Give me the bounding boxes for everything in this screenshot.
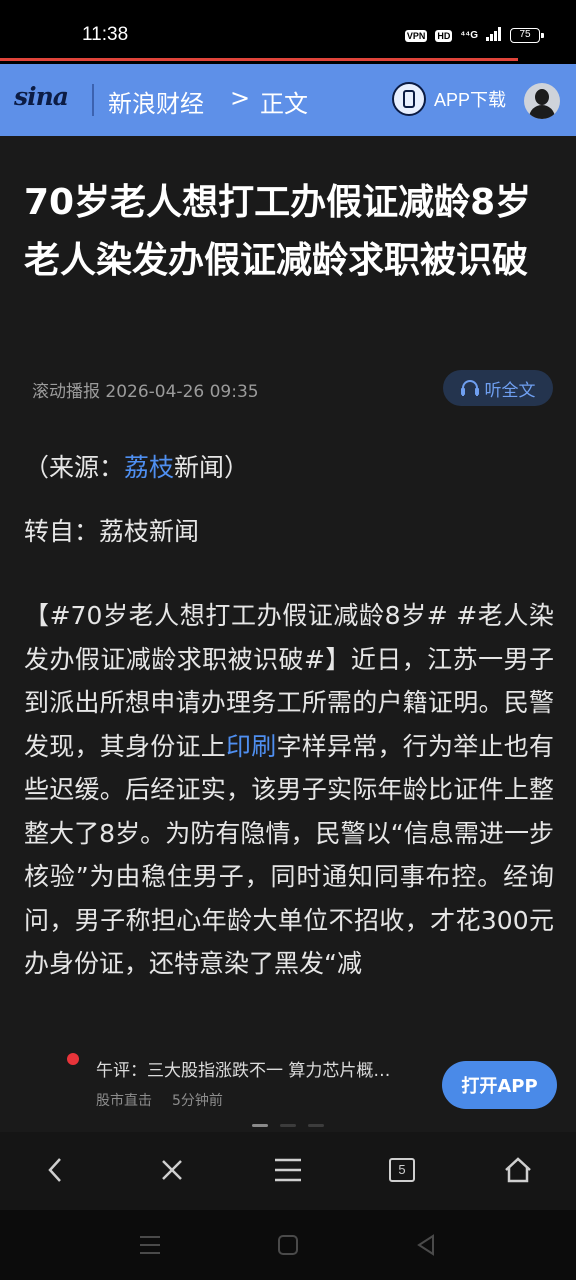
battery-icon: 75 [510, 28, 544, 43]
headphones-icon [460, 380, 479, 396]
status-time: 11:38 [82, 24, 129, 45]
menu-icon[interactable] [260, 1142, 316, 1198]
article: 70岁老人想打工办假证减龄8岁 老人染发办假证减龄求职被识破 滚动播报 2026… [0, 136, 576, 1040]
network-icon: ⁴⁴G [460, 30, 478, 41]
news-ticker[interactable]: 午评：三大股指涨跌不一 算力芯片概… 股市直击 5分钟前 打开APP [0, 1040, 576, 1132]
header-divider [92, 84, 94, 116]
source-link[interactable]: 荔枝 [124, 453, 174, 482]
body-text-2: 字样异常，行为举止也有些迟缓。后经证实，该男子实际年龄比证件上整整大了8岁。为防… [24, 731, 554, 979]
vpn-icon: VPN [404, 29, 428, 42]
source-suffix: 新闻） [174, 453, 250, 482]
carousel-dot [252, 1124, 268, 1127]
listen-label: 听全文 [484, 380, 536, 401]
open-app-button[interactable]: 打开APP [442, 1061, 557, 1109]
body-link[interactable]: 印刷 [226, 732, 277, 761]
breadcrumb-current: 正文 [260, 90, 308, 118]
ticker-headline[interactable]: 午评：三大股指涨跌不一 算力芯片概… [96, 1056, 436, 1081]
app-download-label: APP下载 [434, 90, 507, 110]
breadcrumb-brand[interactable]: 新浪财经 [108, 84, 204, 119]
system-back-icon[interactable] [406, 1228, 446, 1262]
signal-icon [486, 26, 502, 45]
carousel-dots [252, 1124, 324, 1127]
ticker-time: 5分钟前 [172, 1093, 223, 1109]
article-repost: 转自：荔枝新闻 [24, 517, 200, 546]
system-navigation [0, 1210, 576, 1280]
recent-apps-icon[interactable] [130, 1228, 170, 1262]
status-icons: VPN HD ⁴⁴G 75 [404, 26, 544, 45]
listen-button[interactable]: 听全文 [443, 370, 553, 406]
tabs-icon[interactable]: 5 [374, 1142, 430, 1198]
carousel-dot [280, 1124, 296, 1127]
close-icon[interactable] [144, 1142, 200, 1198]
home-icon[interactable] [490, 1142, 546, 1198]
tabs-count: 5 [389, 1158, 415, 1182]
sina-logo[interactable]: sina [14, 82, 69, 111]
carousel-dot [308, 1124, 324, 1127]
avatar[interactable] [524, 83, 560, 119]
browser-toolbar: 5 [0, 1132, 576, 1210]
phone-icon [392, 82, 426, 116]
article-title: 70岁老人想打工办假证减龄8岁 老人染发办假证减龄求职被识破 [24, 182, 532, 281]
status-bar: 11:38 VPN HD ⁴⁴G 75 [0, 0, 576, 64]
hd-icon: HD [435, 29, 453, 42]
article-meta: 滚动播报 2026-04-26 09:35 [32, 382, 259, 402]
breadcrumb-chevron-icon: > [230, 84, 251, 112]
app-download-button[interactable]: APP下载 [392, 82, 506, 116]
live-dot-icon [67, 1053, 79, 1065]
article-source: （来源：荔枝新闻） [24, 448, 554, 488]
article-body: 【#70岁老人想打工办假证减龄8岁# #老人染发办假证减龄求职被识破#】近日，江… [24, 594, 554, 986]
back-icon[interactable] [28, 1142, 84, 1198]
ticker-source: 股市直击 [96, 1093, 152, 1109]
page-load-progress [0, 58, 519, 61]
system-home-icon[interactable] [268, 1228, 308, 1262]
site-header: sina 新浪财经 > 正文 APP下载 [0, 64, 576, 136]
source-prefix: （来源： [24, 453, 125, 482]
